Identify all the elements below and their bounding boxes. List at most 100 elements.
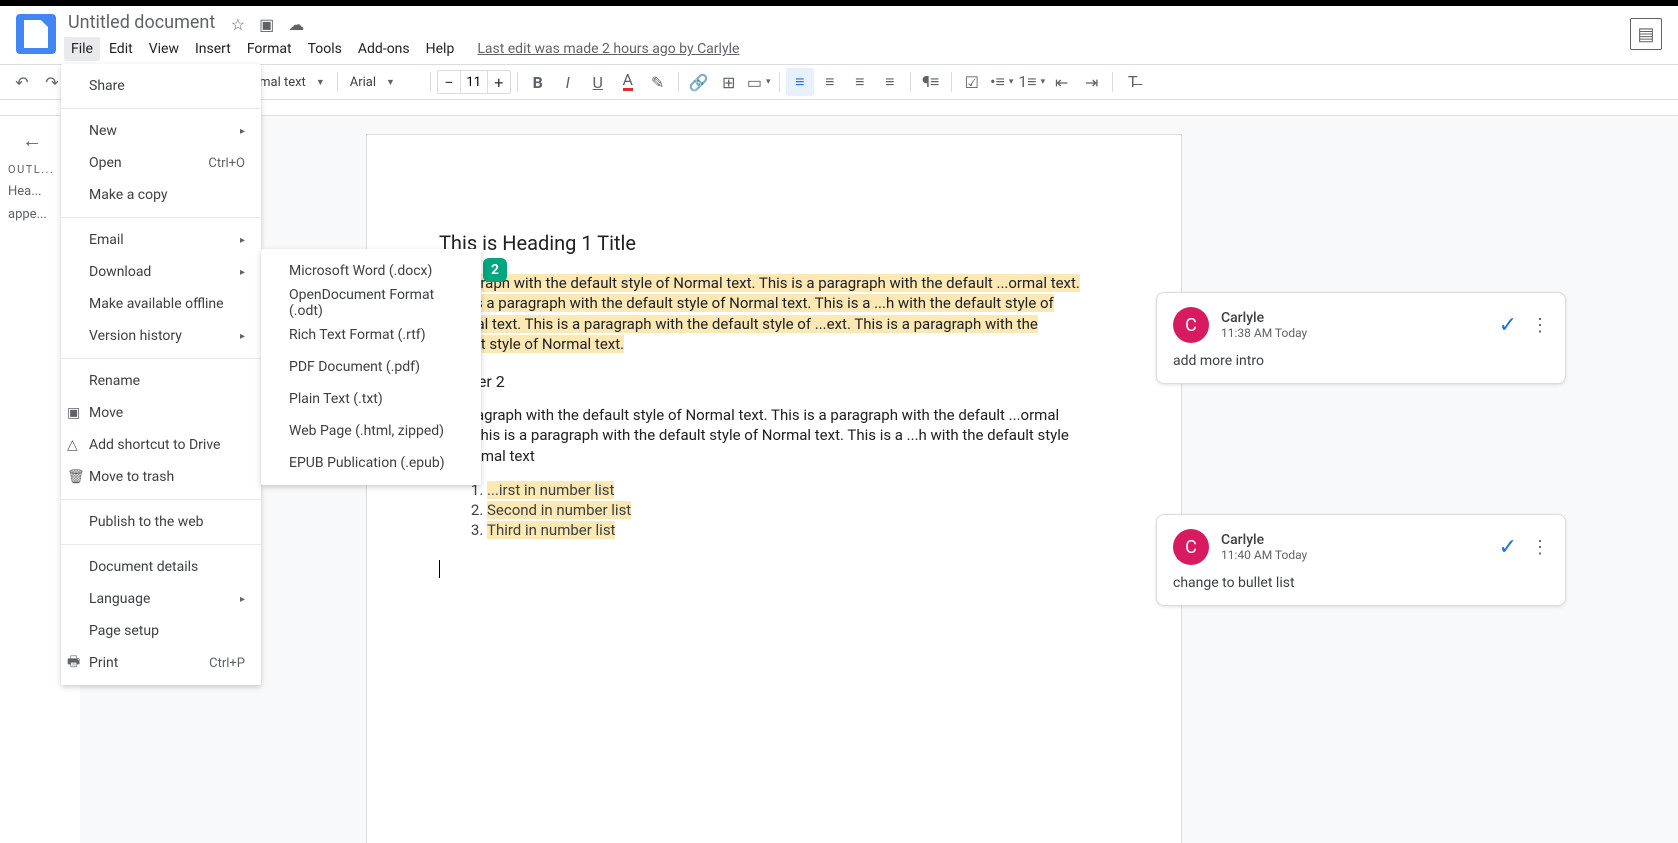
link-icon[interactable]: 🔗 xyxy=(685,68,713,96)
menu-item-print[interactable]: 🖶PrintCtrl+P xyxy=(61,647,261,679)
font-size-input[interactable] xyxy=(460,71,488,93)
menu-item-move[interactable]: ▣Move xyxy=(61,397,261,429)
bullet-list-icon[interactable]: •≡▾ xyxy=(988,68,1016,96)
paragraph-highlighted[interactable]: ...aragraph with the default style of No… xyxy=(439,274,1080,353)
menu-view[interactable]: View xyxy=(142,37,186,61)
outline-heading[interactable]: Hea... xyxy=(8,184,56,199)
download-html[interactable]: Web Page (.html, zipped) xyxy=(261,415,481,447)
undo-icon[interactable]: ↶ xyxy=(8,68,36,96)
menu-item-add-shortcut[interactable]: △Add shortcut to Drive xyxy=(61,429,261,461)
line-spacing-icon[interactable]: ¶≡ xyxy=(917,68,945,96)
comment-author: Carlyle xyxy=(1221,310,1307,326)
comment-icon[interactable]: ⊞ xyxy=(715,68,743,96)
comment-text: add more intro xyxy=(1173,353,1549,369)
download-txt[interactable]: Plain Text (.txt) xyxy=(261,383,481,415)
drive-shortcut-icon: △ xyxy=(67,437,78,453)
font-size-plus[interactable]: + xyxy=(488,73,510,92)
align-justify-icon[interactable]: ≡ xyxy=(876,68,904,96)
outline-label: OUTL... xyxy=(8,163,56,176)
download-epub[interactable]: EPUB Publication (.epub) xyxy=(261,447,481,479)
resolve-check-icon[interactable]: ✓ xyxy=(1499,313,1517,338)
doc-title[interactable]: Untitled document xyxy=(64,10,219,35)
align-center-icon[interactable]: ≡ xyxy=(816,68,844,96)
file-menu-dropdown: Share New▸ OpenCtrl+O Make a copy Email▸… xyxy=(61,64,261,685)
download-odt[interactable]: OpenDocument Format (.odt) xyxy=(261,287,481,319)
more-vert-icon[interactable]: ⋮ xyxy=(1531,537,1549,558)
text-color-icon[interactable]: A xyxy=(614,68,642,96)
comment-history-icon[interactable]: ▤ xyxy=(1630,18,1662,50)
highlight-icon[interactable]: ✎ xyxy=(644,68,672,96)
image-icon[interactable]: ▭▾ xyxy=(745,68,773,96)
download-docx[interactable]: Microsoft Word (.docx) xyxy=(261,255,481,287)
menu-item-version-history[interactable]: Version history▸ xyxy=(61,320,261,352)
numbered-list-icon[interactable]: 1≡▾ xyxy=(1018,68,1046,96)
comment-time: 11:40 AM Today xyxy=(1221,548,1307,562)
app-header: Untitled document ☆ ▣ ☁ File Edit View I… xyxy=(0,6,1678,64)
heading-2[interactable]: ...eader 2 xyxy=(439,372,1085,391)
list-item[interactable]: ...irst in number list xyxy=(487,481,614,499)
align-right-icon[interactable]: ≡ xyxy=(846,68,874,96)
star-icon[interactable]: ☆ xyxy=(231,15,245,34)
download-pdf[interactable]: PDF Document (.pdf) xyxy=(261,351,481,383)
comment-author: Carlyle xyxy=(1221,532,1307,548)
menu-item-language[interactable]: Language▸ xyxy=(61,583,261,615)
menu-item-make-copy[interactable]: Make a copy xyxy=(61,179,261,211)
menu-addons[interactable]: Add-ons xyxy=(351,37,417,61)
menu-file[interactable]: File xyxy=(64,37,100,61)
comment-text: change to bullet list xyxy=(1173,575,1549,591)
cloud-status-icon[interactable]: ☁ xyxy=(288,15,304,34)
list-item[interactable]: Third in number list xyxy=(487,521,615,539)
list-item[interactable]: Second in number list xyxy=(487,501,631,519)
font-select[interactable]: Arial▼ xyxy=(344,70,424,94)
heading-1[interactable]: This is Heading 1 Title xyxy=(439,231,1085,255)
menu-item-details[interactable]: Document details xyxy=(61,551,261,583)
download-rtf[interactable]: Rich Text Format (.rtf) xyxy=(261,319,481,351)
indent-decrease-icon[interactable]: ⇤ xyxy=(1048,68,1076,96)
underline-icon[interactable]: U xyxy=(584,68,612,96)
comment-time: 11:38 AM Today xyxy=(1221,326,1307,340)
checklist-icon[interactable]: ☑ xyxy=(958,68,986,96)
menu-tools[interactable]: Tools xyxy=(301,37,349,61)
menu-edit[interactable]: Edit xyxy=(102,37,140,61)
download-submenu: Microsoft Word (.docx) OpenDocument Form… xyxy=(261,249,481,485)
align-left-icon[interactable]: ≡ xyxy=(786,68,814,96)
menu-item-share[interactable]: Share xyxy=(61,70,261,102)
comment-card[interactable]: C Carlyle 11:40 AM Today ✓ ⋮ change to b… xyxy=(1156,514,1566,606)
outline-back-icon[interactable]: ← xyxy=(22,128,56,153)
more-vert-icon[interactable]: ⋮ xyxy=(1531,315,1549,336)
comment-card[interactable]: C Carlyle 11:38 AM Today ✓ ⋮ add more in… xyxy=(1156,292,1566,384)
avatar: C xyxy=(1173,529,1209,565)
menu-item-open[interactable]: OpenCtrl+O xyxy=(61,147,261,179)
last-edit-link[interactable]: Last edit was made 2 hours ago by Carlyl… xyxy=(477,41,739,57)
italic-icon[interactable]: I xyxy=(554,68,582,96)
resolve-check-icon[interactable]: ✓ xyxy=(1499,535,1517,560)
menu-item-offline[interactable]: Make available offline xyxy=(61,288,261,320)
outline-panel: ← OUTL... Hea... appe... xyxy=(0,116,64,843)
menu-item-page-setup[interactable]: Page setup xyxy=(61,615,261,647)
indent-increase-icon[interactable]: ⇥ xyxy=(1078,68,1106,96)
font-size-minus[interactable]: − xyxy=(438,73,460,92)
menu-format[interactable]: Format xyxy=(240,37,299,61)
docs-logo[interactable] xyxy=(16,14,56,54)
text-cursor xyxy=(439,560,440,578)
menu-item-download[interactable]: Download▸ xyxy=(61,256,261,288)
menu-insert[interactable]: Insert xyxy=(188,37,238,61)
font-size-stepper[interactable]: − + xyxy=(437,70,511,94)
clear-format-icon[interactable]: T̶ xyxy=(1119,68,1147,96)
menu-item-publish[interactable]: Publish to the web xyxy=(61,506,261,538)
menu-item-new[interactable]: New▸ xyxy=(61,115,261,147)
outline-item[interactable]: appe... xyxy=(8,207,56,222)
folder-icon: ▣ xyxy=(67,405,80,421)
paragraph-2[interactable]: ... paragraph with the default style of … xyxy=(439,405,1085,466)
menu-help[interactable]: Help xyxy=(419,37,462,61)
print-icon: 🖶 xyxy=(67,651,80,675)
avatar: C xyxy=(1173,307,1209,343)
menubar: File Edit View Insert Format Tools Add-o… xyxy=(64,37,1630,61)
trash-icon: 🗑 xyxy=(67,469,85,485)
menu-item-rename[interactable]: Rename xyxy=(61,365,261,397)
menu-item-move-trash[interactable]: 🗑Move to trash xyxy=(61,461,261,493)
move-folder-icon[interactable]: ▣ xyxy=(259,15,274,34)
bold-icon[interactable]: B xyxy=(524,68,552,96)
document-page[interactable]: This is Heading 1 Title ...aragraph with… xyxy=(366,134,1182,843)
menu-item-email[interactable]: Email▸ xyxy=(61,224,261,256)
